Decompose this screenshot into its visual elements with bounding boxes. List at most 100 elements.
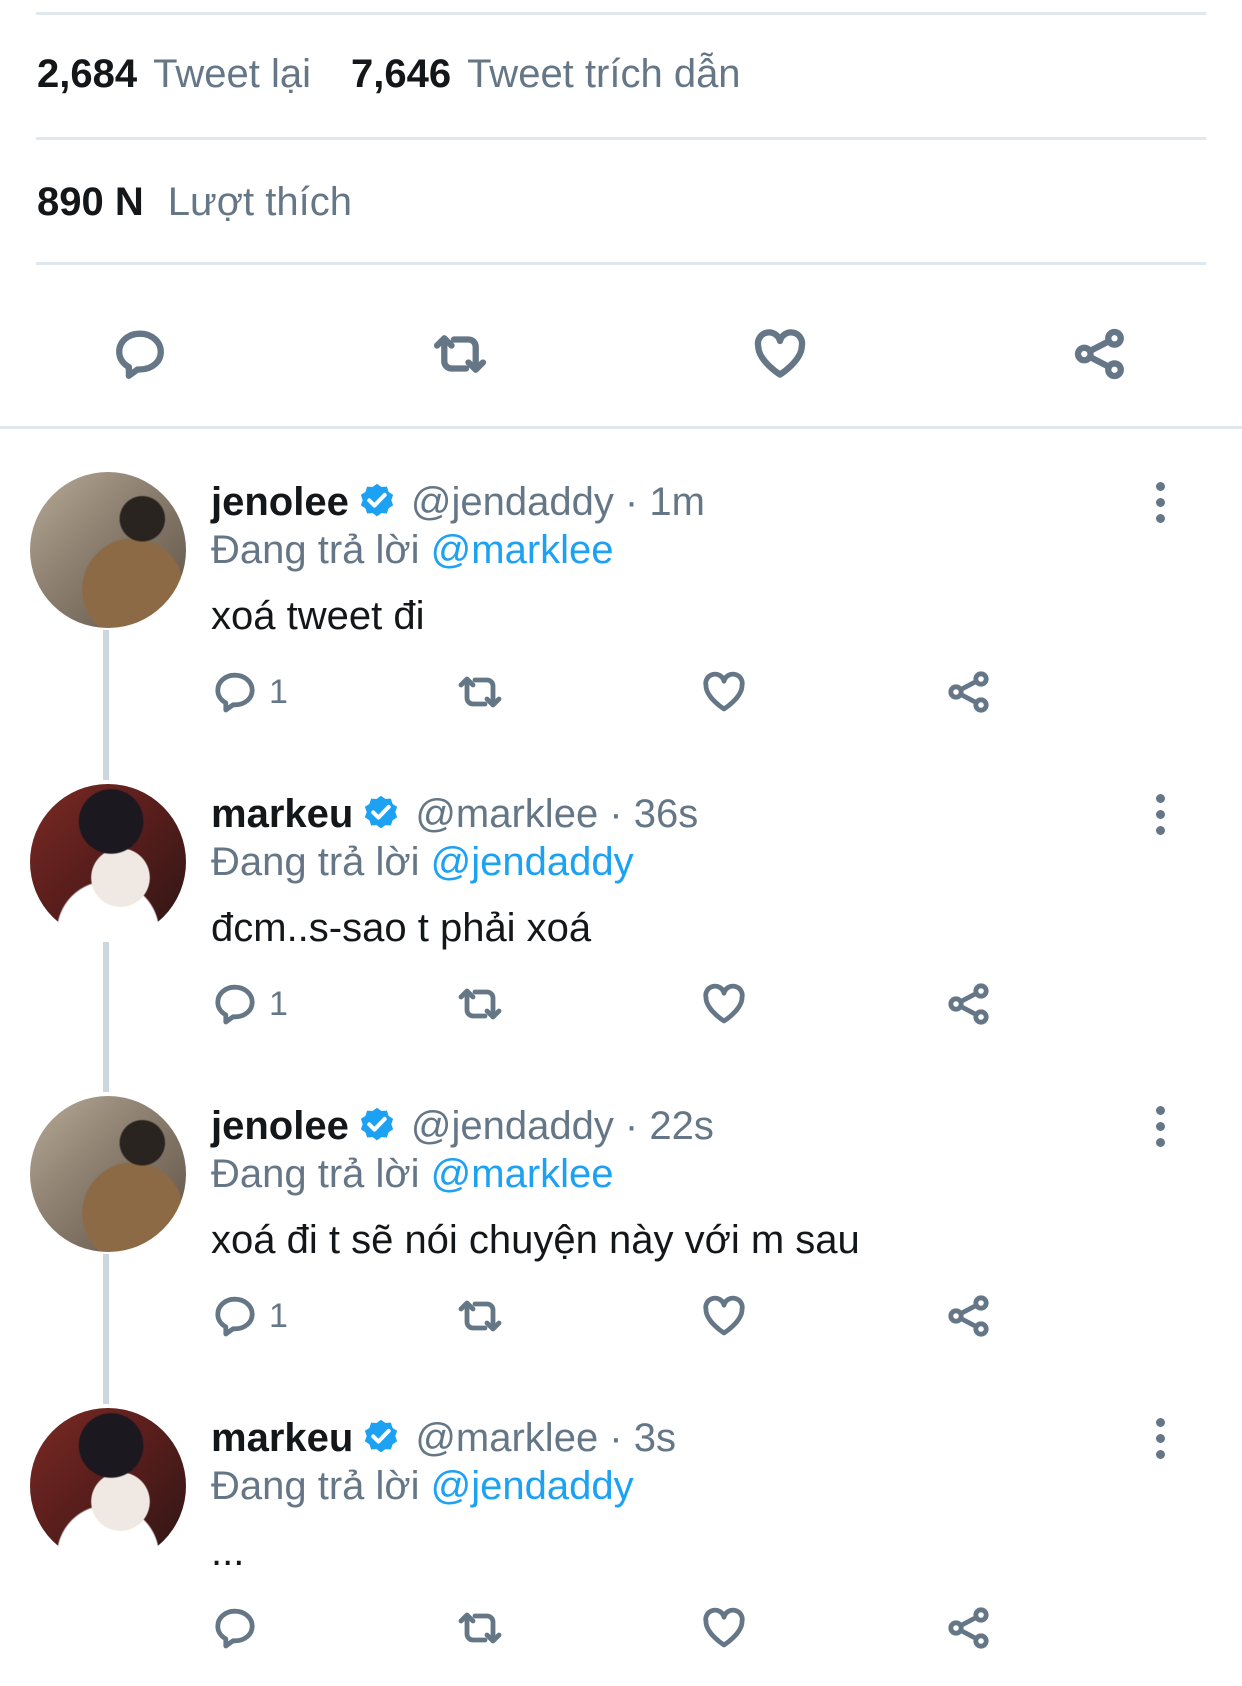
retweet-button[interactable]: [424, 318, 496, 390]
divider: [36, 262, 1206, 265]
tweet-header: markeu @marklee · 36s: [211, 792, 698, 837]
likes-label[interactable]: Lượt thích: [168, 180, 352, 225]
author-handle-time: @jendaddy · 1m: [410, 480, 705, 524]
more-options-icon[interactable]: [1146, 1106, 1174, 1166]
verified-badge-icon: [355, 1105, 399, 1149]
verified-badge-icon: [355, 481, 399, 525]
share-button[interactable]: [945, 1290, 993, 1342]
share-button[interactable]: [945, 978, 993, 1030]
reply-button[interactable]: [104, 318, 176, 390]
tweet-text: đcm..s-sao t phải xoá: [211, 906, 592, 950]
reply-button[interactable]: 1: [211, 1290, 288, 1342]
reply-button[interactable]: 1: [211, 666, 288, 718]
retweet-stats: 2,684 Tweet lại 7,646 Tweet trích dẫn: [37, 52, 741, 97]
reply-button[interactable]: 1: [211, 978, 288, 1030]
replying-prefix: Đang trả lời: [211, 840, 420, 884]
retweet-icon: [456, 980, 504, 1028]
like-button[interactable]: [744, 318, 816, 390]
retweets-label[interactable]: Tweet lại: [153, 52, 311, 97]
author-handle-time: @marklee · 36s: [415, 792, 699, 836]
tweet-action-bar: [0, 318, 1242, 390]
reply-mention[interactable]: @marklee: [431, 1152, 614, 1196]
like-icon: [700, 1292, 748, 1340]
reply-count: 1: [269, 672, 288, 711]
replying-to: Đang trả lời @marklee: [211, 1152, 614, 1197]
like-button[interactable]: [700, 1602, 748, 1654]
verified-badge-icon: [359, 793, 403, 837]
replying-prefix: Đang trả lời: [211, 1464, 420, 1508]
quotes-label[interactable]: Tweet trích dẫn: [467, 52, 740, 97]
share-icon: [945, 980, 993, 1028]
avatar[interactable]: [30, 1096, 186, 1252]
tweet-text: xoá đi t sẽ nói chuyện này với m sau: [211, 1218, 860, 1262]
like-icon: [751, 325, 809, 383]
like-button[interactable]: [700, 978, 748, 1030]
reply-tweet[interactable]: jenolee @jendaddy · 22s Đang trả lời @ma…: [0, 1094, 1242, 1406]
like-icon: [700, 980, 748, 1028]
replying-to: Đang trả lời @jendaddy: [211, 840, 634, 885]
more-options-icon[interactable]: [1146, 482, 1174, 542]
likes-count: 890 N: [37, 180, 144, 224]
likes-stats: 890 N Lượt thích: [37, 180, 352, 225]
like-icon: [700, 1604, 748, 1652]
like-button[interactable]: [700, 666, 748, 718]
reply-tweet[interactable]: jenolee @jendaddy · 1m Đang trả lời @mar…: [0, 470, 1242, 782]
replying-to: Đang trả lời @jendaddy: [211, 1464, 634, 1509]
tweet-text: ...: [211, 1530, 245, 1574]
reply-tweet[interactable]: markeu @marklee · 3s Đang trả lời @jenda…: [0, 1406, 1242, 1686]
share-button[interactable]: [945, 1602, 993, 1654]
retweet-button[interactable]: [456, 978, 504, 1030]
section-divider: [0, 426, 1242, 429]
replying-prefix: Đang trả lời: [211, 1152, 420, 1196]
reply-tweet[interactable]: markeu @marklee · 36s Đang trả lời @jend…: [0, 782, 1242, 1094]
share-button[interactable]: [1064, 318, 1136, 390]
tweet-text: xoá tweet đi: [211, 594, 425, 638]
reply-mention[interactable]: @marklee: [431, 528, 614, 572]
replying-to: Đang trả lời @marklee: [211, 528, 614, 573]
reply-count: 1: [269, 984, 288, 1023]
retweet-icon: [456, 668, 504, 716]
author-handle-time: @marklee · 3s: [415, 1416, 676, 1460]
reply-icon: [211, 1292, 259, 1340]
share-icon: [945, 1604, 993, 1652]
reply-icon: [111, 325, 169, 383]
reply-mention[interactable]: @jendaddy: [431, 840, 634, 884]
reply-icon: [211, 1604, 259, 1652]
like-button[interactable]: [700, 1290, 748, 1342]
avatar[interactable]: [30, 1408, 186, 1564]
retweets-count: 2,684: [37, 52, 138, 96]
like-icon: [700, 668, 748, 716]
reply-mention[interactable]: @jendaddy: [431, 1464, 634, 1508]
retweet-icon: [456, 1292, 504, 1340]
reply-button[interactable]: [211, 1602, 269, 1654]
more-options-icon[interactable]: [1146, 794, 1174, 854]
share-icon: [945, 1292, 993, 1340]
reply-icon: [211, 668, 259, 716]
author-name[interactable]: markeu: [211, 1416, 353, 1461]
author-name[interactable]: jenolee: [211, 1104, 349, 1149]
share-button[interactable]: [945, 666, 993, 718]
retweet-button[interactable]: [456, 1290, 504, 1342]
share-icon: [945, 668, 993, 716]
retweet-icon: [431, 325, 489, 383]
quotes-count: 7,646: [350, 52, 452, 96]
tweet-header: jenolee @jendaddy · 1m: [211, 480, 705, 525]
reply-icon: [211, 980, 259, 1028]
retweet-icon: [456, 1604, 504, 1652]
tweet-header: markeu @marklee · 3s: [211, 1416, 676, 1461]
tweet-header: jenolee @jendaddy · 22s: [211, 1104, 714, 1149]
author-name[interactable]: markeu: [211, 792, 353, 837]
more-options-icon[interactable]: [1146, 1418, 1174, 1478]
verified-badge-icon: [359, 1417, 403, 1461]
reply-count: 1: [269, 1296, 288, 1335]
retweet-button[interactable]: [456, 666, 504, 718]
avatar[interactable]: [30, 472, 186, 628]
retweet-button[interactable]: [456, 1602, 504, 1654]
divider: [36, 137, 1206, 140]
divider: [36, 12, 1206, 15]
replying-prefix: Đang trả lời: [211, 528, 420, 572]
avatar[interactable]: [30, 784, 186, 940]
share-icon: [1071, 325, 1129, 383]
author-name[interactable]: jenolee: [211, 480, 349, 525]
author-handle-time: @jendaddy · 22s: [410, 1104, 714, 1148]
